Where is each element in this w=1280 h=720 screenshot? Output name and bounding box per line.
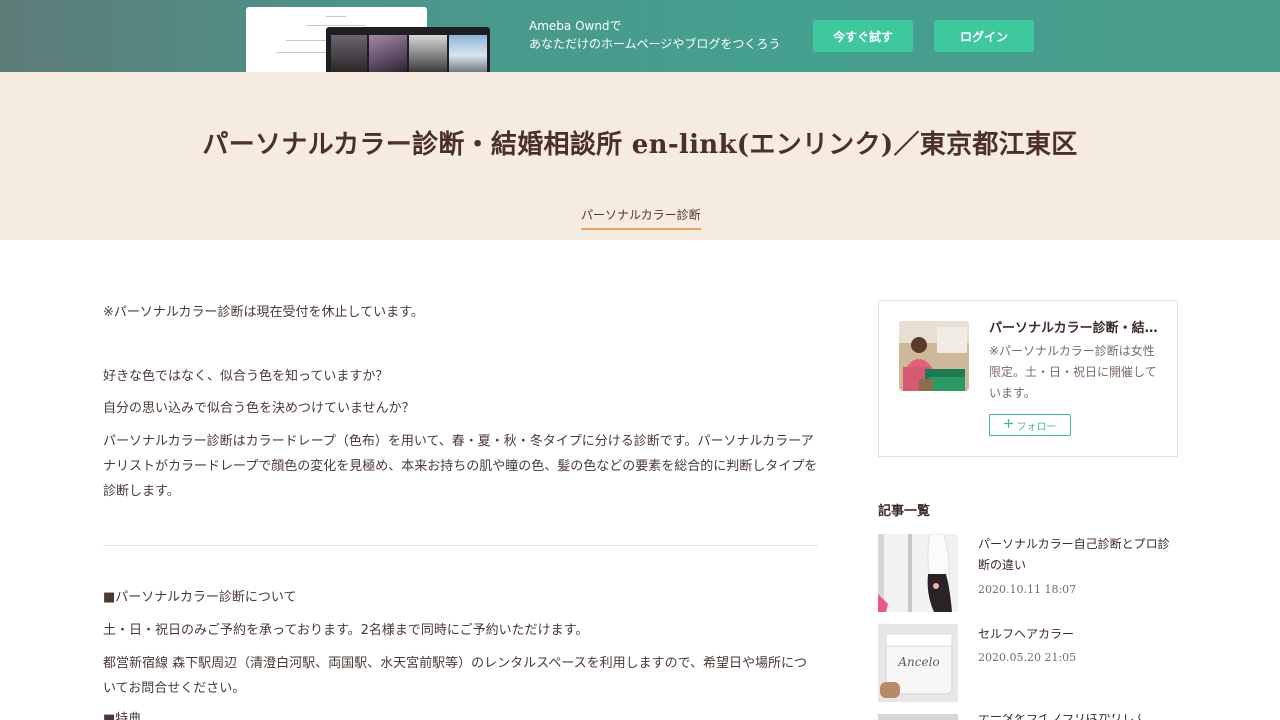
follow-label: フォロー (1016, 421, 1057, 433)
article-list-heading: 記事一覧 (878, 504, 931, 519)
article-thumbnail[interactable]: Ancelo (878, 624, 958, 702)
article-date: 2020.10.11 18:07 (978, 583, 1077, 596)
article-paragraph: パーソナルカラー診断はカラードレープ（色布）を用いて、春・夏・秋・冬タイプに分け… (103, 434, 818, 499)
promo-line-2: あなただけのホームページやブログをつくろう (529, 37, 781, 51)
profile-card: パーソナルカラー診断・結婚相談所 en-link ※パーソナルカラー診断は女性限… (878, 300, 1178, 457)
article-paragraph: 土・日・祝日のみご予約を承っております。2名様まで同時にご予約いただけます。 (103, 623, 589, 638)
site-title[interactable]: パーソナルカラー診断・結婚相談所 en-link(エンリンク)／東京都江東区 (0, 124, 1280, 161)
article-thumbnail[interactable] (878, 534, 958, 612)
article-title[interactable]: セルフヘアカラー (978, 624, 1178, 645)
article-title[interactable]: パーソナルカラー自己診断とプロ診断の違い (978, 534, 1178, 576)
promo-text: Ameba Owndで あなただけのホームページやブログをつくろう (529, 17, 780, 53)
article-list-item[interactable]: Ancelo セルフヘアカラー 2020.05.20 21:05 (878, 624, 1178, 704)
article-thumbnail[interactable] (878, 714, 958, 720)
svg-text:Ancelo: Ancelo (897, 655, 939, 669)
article-section-heading: ■特典 (103, 712, 142, 720)
article-list-item[interactable]: パーソナルカラー自己診断とプロ診断の違い 2020.10.11 18:07 (878, 534, 1178, 614)
article-title[interactable]: データをライブラリばかりして (978, 714, 1178, 720)
follow-button[interactable]: フォロー (989, 414, 1071, 436)
article-list-item[interactable]: データをライブラリばかりして (878, 714, 1178, 720)
article-paragraph: 自分の思い込みで似合う色を決めつけていませんか？ (103, 401, 415, 416)
article-paragraph: 好きな色ではなく、似合う色を知っていますか？ (103, 369, 389, 384)
site-header: パーソナルカラー診断・結婚相談所 en-link(エンリンク)／東京都江東区 パ… (0, 72, 1280, 240)
profile-name[interactable]: パーソナルカラー診断・結婚相談所 en-link (989, 317, 1164, 336)
ameba-promo-banner: Ameba Owndで あなただけのホームページやブログをつくろう 今すぐ試す … (0, 0, 1280, 72)
profile-description: ※パーソナルカラー診断は女性限定。土・日・祝日に開催しています。 (989, 344, 1157, 400)
plus-icon (1003, 419, 1013, 431)
try-now-button[interactable]: 今すぐ試す (813, 20, 913, 52)
article-paragraph: ※パーソナルカラー診断は現在受付を休止しています。 (103, 305, 424, 320)
promo-line-1: Ameba Owndで (529, 19, 622, 33)
promo-screenshot-front (326, 27, 490, 72)
nav-item-personal-color[interactable]: パーソナルカラー診断 (581, 206, 701, 230)
article-divider (103, 545, 818, 546)
article-paragraph: 都営新宿線 森下駅周辺（清澄白河駅、両国駅、水天宮前駅等）のレンタルスペースを利… (103, 656, 808, 696)
article-date: 2020.05.20 21:05 (978, 651, 1077, 664)
article-section-heading: ■パーソナルカラー診断について (103, 590, 297, 605)
login-button[interactable]: ログイン (934, 20, 1034, 52)
profile-avatar[interactable] (899, 321, 969, 391)
